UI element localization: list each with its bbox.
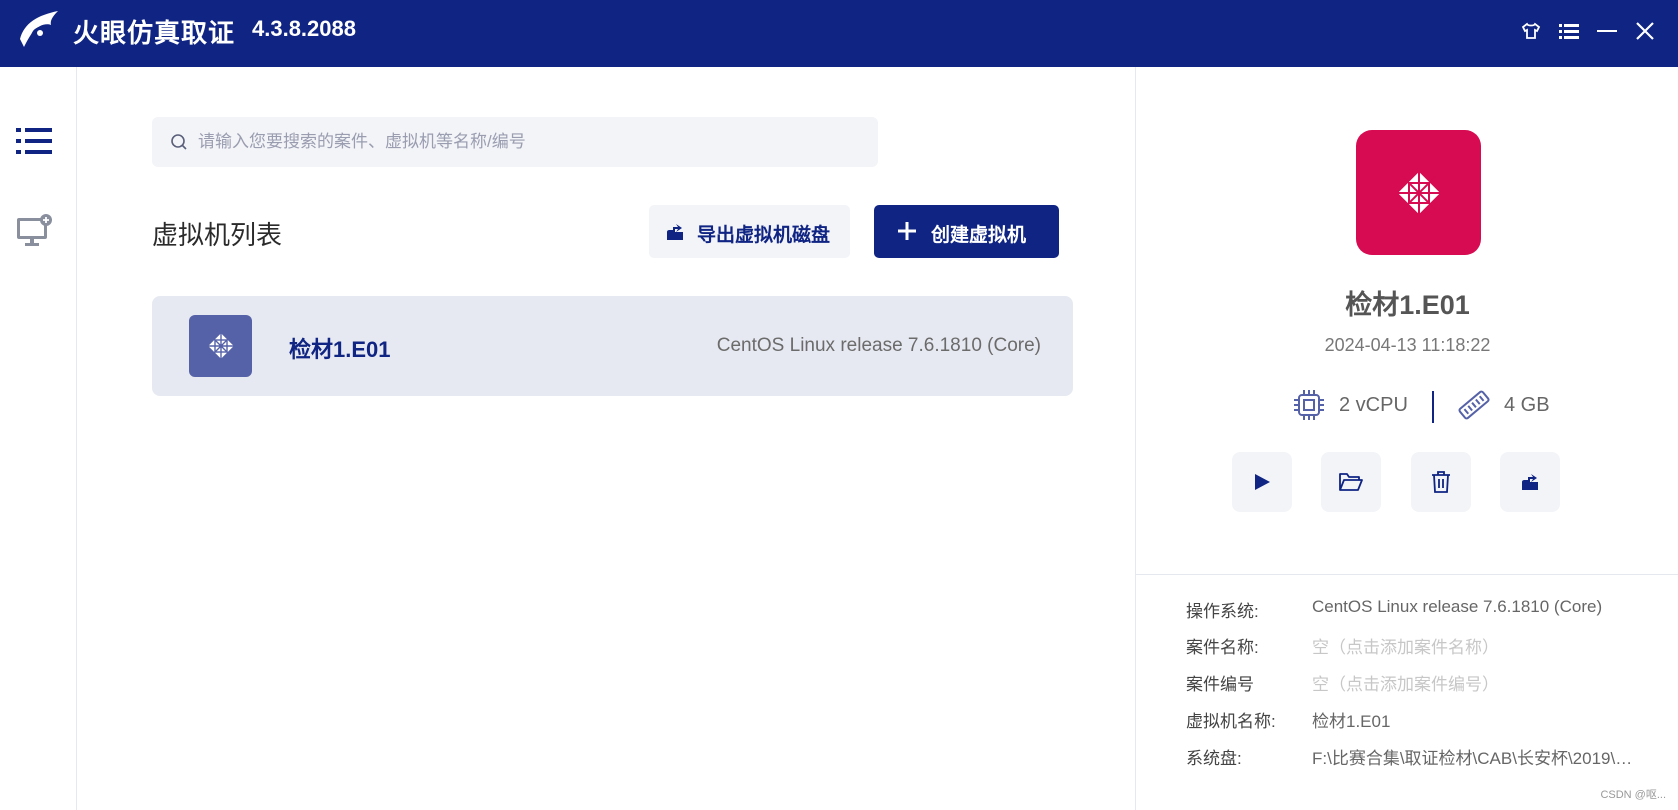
app-logo-icon: [20, 11, 58, 47]
create-vm-label: 创建虚拟机: [931, 225, 1027, 246]
spec-divider: [1432, 391, 1434, 423]
sidebar: [0, 67, 77, 810]
info-key: 案件编号: [1186, 675, 1254, 694]
minimize-icon[interactable]: [1592, 16, 1622, 46]
create-vm-button[interactable]: 创建虚拟机: [874, 205, 1059, 258]
plus-icon: [898, 222, 916, 240]
vm-detail-panel: 检材1.E01 2024-04-13 11:18:22 2 vCPU 4 GB: [1135, 67, 1678, 810]
vm-list-item[interactable]: 检材1.E01 CentOS Linux release 7.6.1810 (C…: [152, 296, 1073, 396]
cpu-spec: 2 vCPU: [1291, 385, 1408, 425]
open-folder-button[interactable]: [1321, 452, 1381, 512]
divider: [1136, 574, 1678, 575]
info-key: 案件名称:: [1186, 638, 1259, 657]
play-icon: [1255, 474, 1270, 490]
folder-open-icon: [1339, 473, 1363, 491]
info-value: F:\比赛合集\取证检材\CAB\长安杯\2019\…: [1312, 749, 1633, 768]
close-icon[interactable]: [1630, 16, 1660, 46]
export-disk-button[interactable]: 导出虚拟机磁盘: [649, 205, 850, 258]
sidebar-item-add-vm[interactable]: [12, 209, 56, 253]
menu-icon[interactable]: [1554, 16, 1584, 46]
case-number-field[interactable]: 空（点击添加案件编号）: [1312, 670, 1662, 695]
vm-os-thumb: [189, 315, 252, 377]
trash-icon: [1432, 471, 1450, 493]
case-name-field[interactable]: 空（点击添加案件名称）: [1312, 633, 1662, 658]
vm-detail-created: 2024-04-13 11:18:22: [1324, 335, 1491, 355]
vm-detail-thumb: [1356, 130, 1481, 255]
add-vm-icon: [17, 214, 52, 246]
section-title: 虚拟机列表: [152, 220, 283, 250]
vm-detail-name: 检材1.E01: [1345, 290, 1470, 320]
vm-os: CentOS Linux release 7.6.1810 (Core): [716, 335, 1041, 356]
memory-icon: [1458, 390, 1490, 420]
delete-vm-button[interactable]: [1411, 452, 1471, 512]
info-key: 操作系统:: [1186, 602, 1259, 621]
start-vm-button[interactable]: [1232, 452, 1292, 512]
centos-logo-icon: [205, 331, 236, 361]
memory-value: 4 GB: [1504, 393, 1550, 416]
export-disk-action-button[interactable]: [1500, 452, 1560, 512]
export-disk-icon: [1522, 474, 1538, 490]
export-disk-label: 导出虚拟机磁盘: [697, 225, 831, 246]
watermark: CSDN @呕...: [1600, 789, 1666, 801]
info-key: 系统盘:: [1186, 749, 1242, 768]
info-value: 检材1.E01: [1312, 712, 1391, 731]
cpu-icon: [1294, 390, 1324, 420]
search-icon: [171, 134, 187, 150]
main-panel: 虚拟机列表 导出虚拟机磁盘 创建虚拟机 检材1.E01 CentOS Linu: [77, 67, 1135, 810]
centos-logo-icon: [1393, 167, 1444, 218]
export-disk-icon: [667, 224, 683, 240]
title-bar: 火眼仿真取证 4.3.8.2088: [0, 0, 1678, 67]
vm-name: 检材1.E01: [289, 337, 391, 362]
skin-icon[interactable]: [1516, 16, 1546, 46]
app-version: 4.3.8.2088: [252, 16, 356, 41]
cpu-value: 2 vCPU: [1339, 393, 1408, 416]
app-title: 火眼仿真取证: [73, 18, 236, 48]
info-key: 虚拟机名称:: [1186, 712, 1276, 731]
search-box: [152, 117, 878, 167]
list-icon: [16, 128, 52, 154]
memory-spec: 4 GB: [1456, 385, 1550, 425]
sidebar-item-vm-list[interactable]: [12, 119, 56, 163]
search-input[interactable]: [198, 117, 858, 167]
info-value: CentOS Linux release 7.6.1810 (Core): [1312, 597, 1603, 616]
